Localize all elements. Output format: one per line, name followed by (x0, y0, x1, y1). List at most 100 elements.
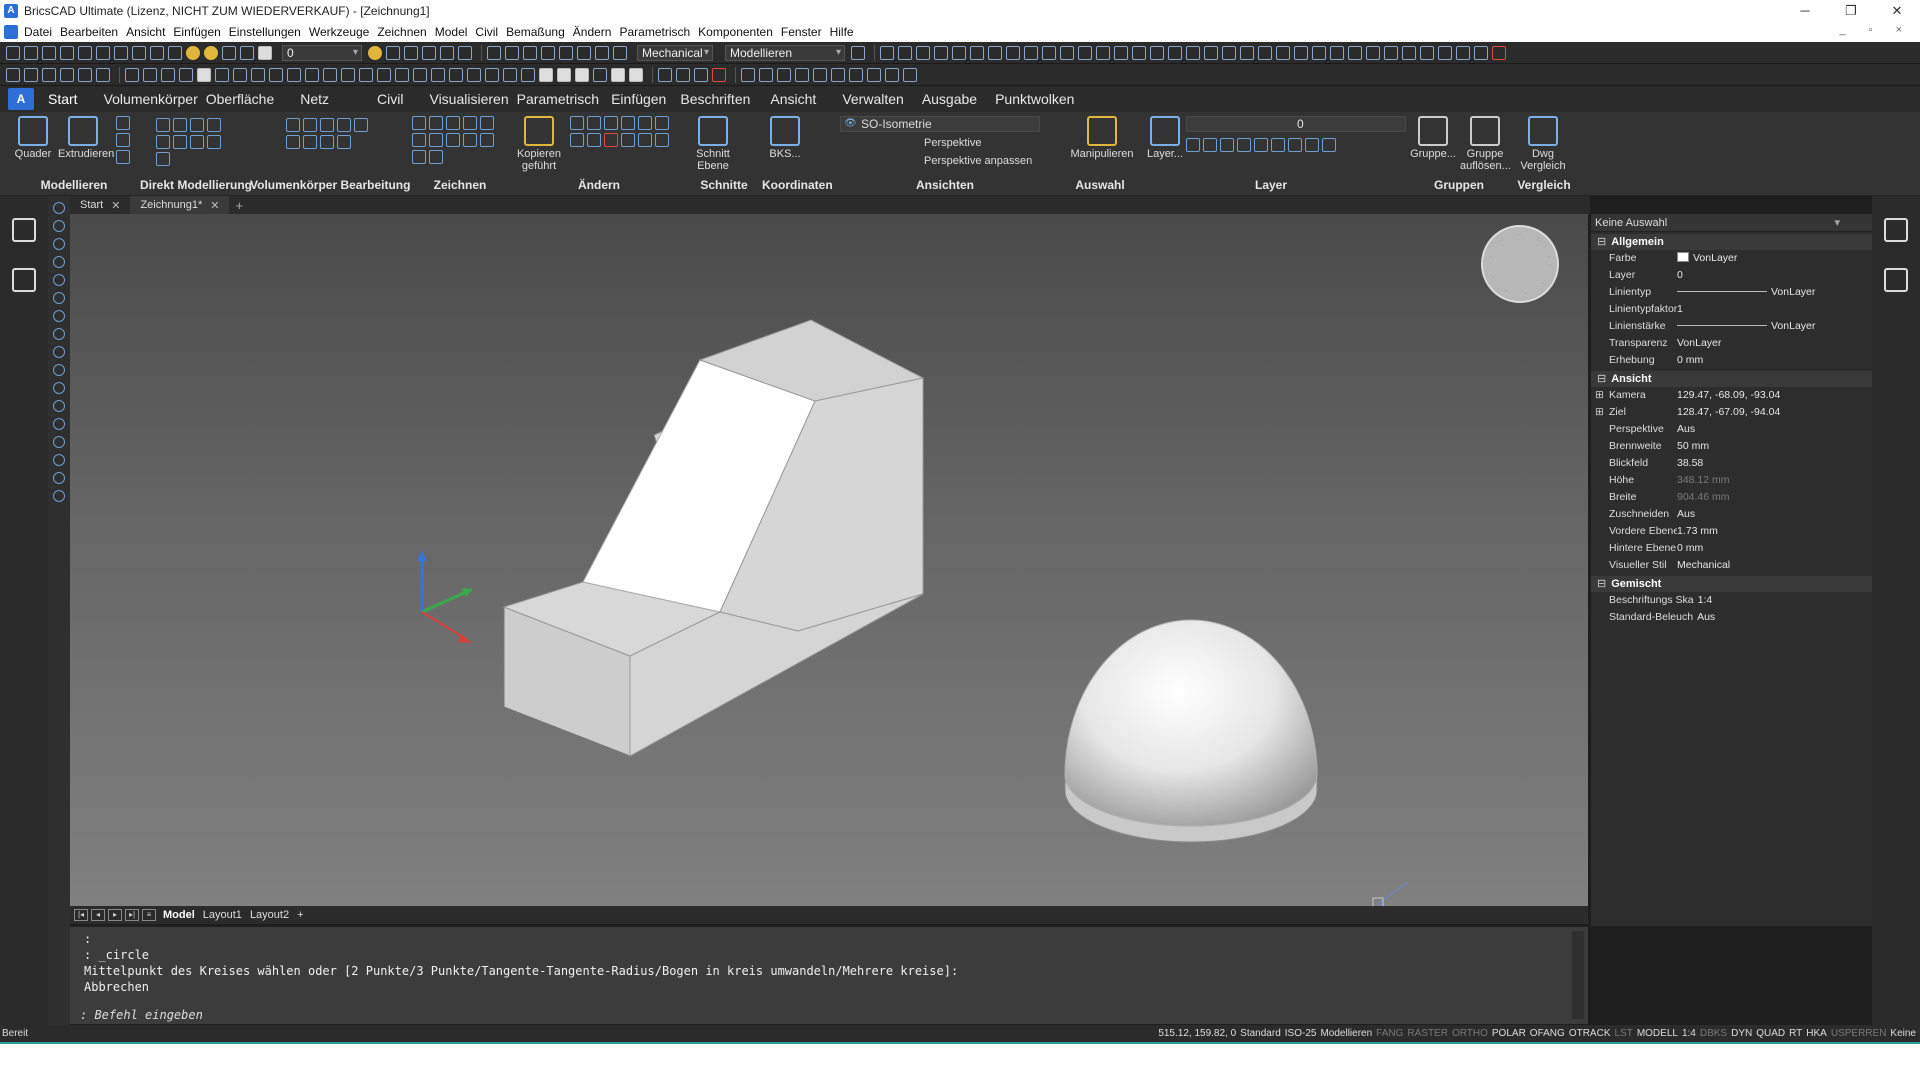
ortho-icon[interactable] (440, 45, 454, 60)
layer-freeze-icon[interactable] (1220, 138, 1234, 152)
perspektive-toggle[interactable]: Perspektive (840, 136, 1040, 150)
section-icon[interactable] (305, 67, 319, 82)
dwg-vergleich-button[interactable]: Dwg Vergleich (1518, 116, 1568, 172)
measure-icon[interactable] (1330, 45, 1344, 60)
shade-modeling-icon[interactable] (629, 67, 643, 82)
menu-einstellungen[interactable]: Einstellungen (229, 25, 301, 39)
property-row[interactable]: Ziel128.47, -67.09, -94.04 (1591, 404, 1872, 421)
property-value-color[interactable]: VonLayer (1677, 250, 1872, 267)
kopieren-gefuehrt-button[interactable]: Kopieren geführt (514, 116, 564, 172)
minimize-button[interactable]: ─ (1782, 0, 1828, 22)
render-icon[interactable] (197, 67, 211, 82)
next-layout-icon[interactable]: ▸ (108, 909, 122, 921)
properties-sliders-icon[interactable] (1884, 218, 1908, 242)
layer-dropdown[interactable]: 0 (282, 44, 362, 61)
gruppe-button[interactable]: Gruppe... (1408, 116, 1458, 160)
close-button[interactable]: ✕ (1874, 0, 1920, 22)
status-toggle-dbks[interactable]: DBKS (1700, 1025, 1727, 1042)
property-value[interactable]: 50 mm (1677, 438, 1872, 455)
tab-ansicht[interactable]: Ansicht (770, 91, 816, 107)
table-icon[interactable] (559, 45, 573, 60)
status-toggle-modellieren[interactable]: Modellieren (1320, 1025, 1372, 1042)
menu-zeichnen[interactable]: Zeichnen (377, 25, 426, 39)
extrudieren-button[interactable]: Extrudieren (58, 116, 114, 160)
rectangle-icon[interactable] (480, 133, 494, 147)
layout-tab-layout1[interactable]: Layout1 (203, 909, 242, 921)
box-icon[interactable] (880, 45, 894, 60)
property-row[interactable]: Erhebung 0 mm (1591, 352, 1872, 369)
property-row[interactable]: Vordere Ebene 1.73 mm (1591, 523, 1872, 540)
layer-manager-button[interactable]: Layer... (1140, 116, 1190, 160)
materials-icon[interactable] (215, 67, 229, 82)
slice-icon[interactable] (1132, 45, 1146, 60)
snap-icon[interactable] (422, 45, 436, 60)
mechanical-browser-icon[interactable] (12, 218, 36, 242)
cube-back-icon[interactable] (359, 67, 373, 82)
surface-icon[interactable] (903, 67, 917, 82)
property-value[interactable]: Mechanical (1677, 557, 1872, 574)
mirror-icon[interactable] (1402, 45, 1416, 60)
lights-icon[interactable] (233, 67, 247, 82)
property-row[interactable]: Brennweite 50 mm (1591, 438, 1872, 455)
snap-clear-icon[interactable] (712, 67, 726, 82)
tab-volumenkoerper[interactable]: Volumenkörper (104, 91, 198, 107)
maximize-button[interactable]: ❐ (1828, 0, 1874, 22)
eye-icon[interactable] (143, 67, 157, 82)
last-layout-icon[interactable]: ▸| (125, 909, 139, 921)
subtract-icon[interactable] (303, 118, 317, 132)
sphere-icon[interactable] (952, 45, 966, 60)
property-row[interactable]: Transparenz VonLayer (1591, 335, 1872, 352)
status-toggle-otrack[interactable]: OTRACK (1569, 1025, 1611, 1042)
solid-sphere-icon[interactable] (813, 67, 827, 82)
xref-icon[interactable] (1294, 45, 1308, 60)
menu-datei[interactable]: Datei (24, 25, 52, 39)
iso-ne-icon[interactable] (485, 67, 499, 82)
ellipse-icon[interactable] (53, 274, 65, 286)
help-icon[interactable] (851, 45, 865, 60)
solid-cylinder-icon[interactable] (795, 67, 809, 82)
zoom-window-icon[interactable] (60, 67, 74, 82)
cube-top-icon[interactable] (413, 67, 427, 82)
mesh-icon[interactable] (885, 67, 899, 82)
spline-icon[interactable] (412, 133, 426, 147)
property-value[interactable]: 0 mm (1677, 540, 1872, 557)
property-value[interactable]: 38.58 (1677, 455, 1872, 472)
wipeout-icon[interactable] (53, 400, 65, 412)
status-toggle-usperren[interactable]: USPERREN (1831, 1025, 1887, 1042)
rectangle-icon[interactable] (53, 238, 65, 250)
dm-move-icon[interactable] (156, 118, 170, 132)
perspektive-anpassen-button[interactable]: Perspektive anpassen (840, 154, 1040, 168)
text-icon[interactable] (1222, 45, 1236, 60)
named-views-icon[interactable] (161, 67, 175, 82)
status-toggle-rt[interactable]: RT (1789, 1025, 1802, 1042)
region-icon[interactable] (53, 364, 65, 376)
pull-icon[interactable] (116, 116, 130, 130)
menu-window-controls[interactable]: _ ▫ × (1839, 24, 1912, 36)
property-value[interactable]: 1.73 mm (1677, 523, 1872, 540)
revolve-icon[interactable] (116, 133, 130, 147)
property-value[interactable]: VonLayer (1677, 335, 1872, 352)
tab-ausgabe[interactable]: Ausgabe (922, 91, 977, 107)
cut-icon[interactable] (96, 45, 110, 60)
menu-fenster[interactable]: Fenster (781, 25, 822, 39)
scale-icon[interactable] (604, 116, 618, 130)
menu-bemassung[interactable]: Bemaßung (506, 25, 565, 39)
close-icon[interactable]: ✕ (111, 199, 120, 212)
property-row[interactable]: Layer 0 (1591, 267, 1872, 284)
rotate-icon[interactable] (587, 116, 601, 130)
point-icon[interactable] (53, 328, 65, 340)
tab-oberflaeche[interactable]: Oberfläche (206, 91, 274, 107)
tab-start[interactable]: Start (48, 91, 78, 107)
shade-hidden-icon[interactable] (539, 67, 553, 82)
shade-flat-icon[interactable] (557, 67, 571, 82)
menu-aendern[interactable]: Ändern (573, 25, 612, 39)
region-icon[interactable] (446, 133, 460, 147)
menu-werkzeuge[interactable]: Werkzeuge (309, 25, 369, 39)
solid-dish-icon[interactable] (849, 67, 863, 82)
property-value[interactable]: 128.47, -67.09, -94.04 (1677, 404, 1872, 421)
status-toggle-ortho[interactable]: ORTHO (1452, 1025, 1488, 1042)
save-icon[interactable] (42, 45, 56, 60)
property-value-lineweight[interactable]: VonLayer (1677, 318, 1872, 335)
chamfer-icon[interactable] (1168, 45, 1182, 60)
property-value[interactable]: 0 mm (1677, 352, 1872, 369)
